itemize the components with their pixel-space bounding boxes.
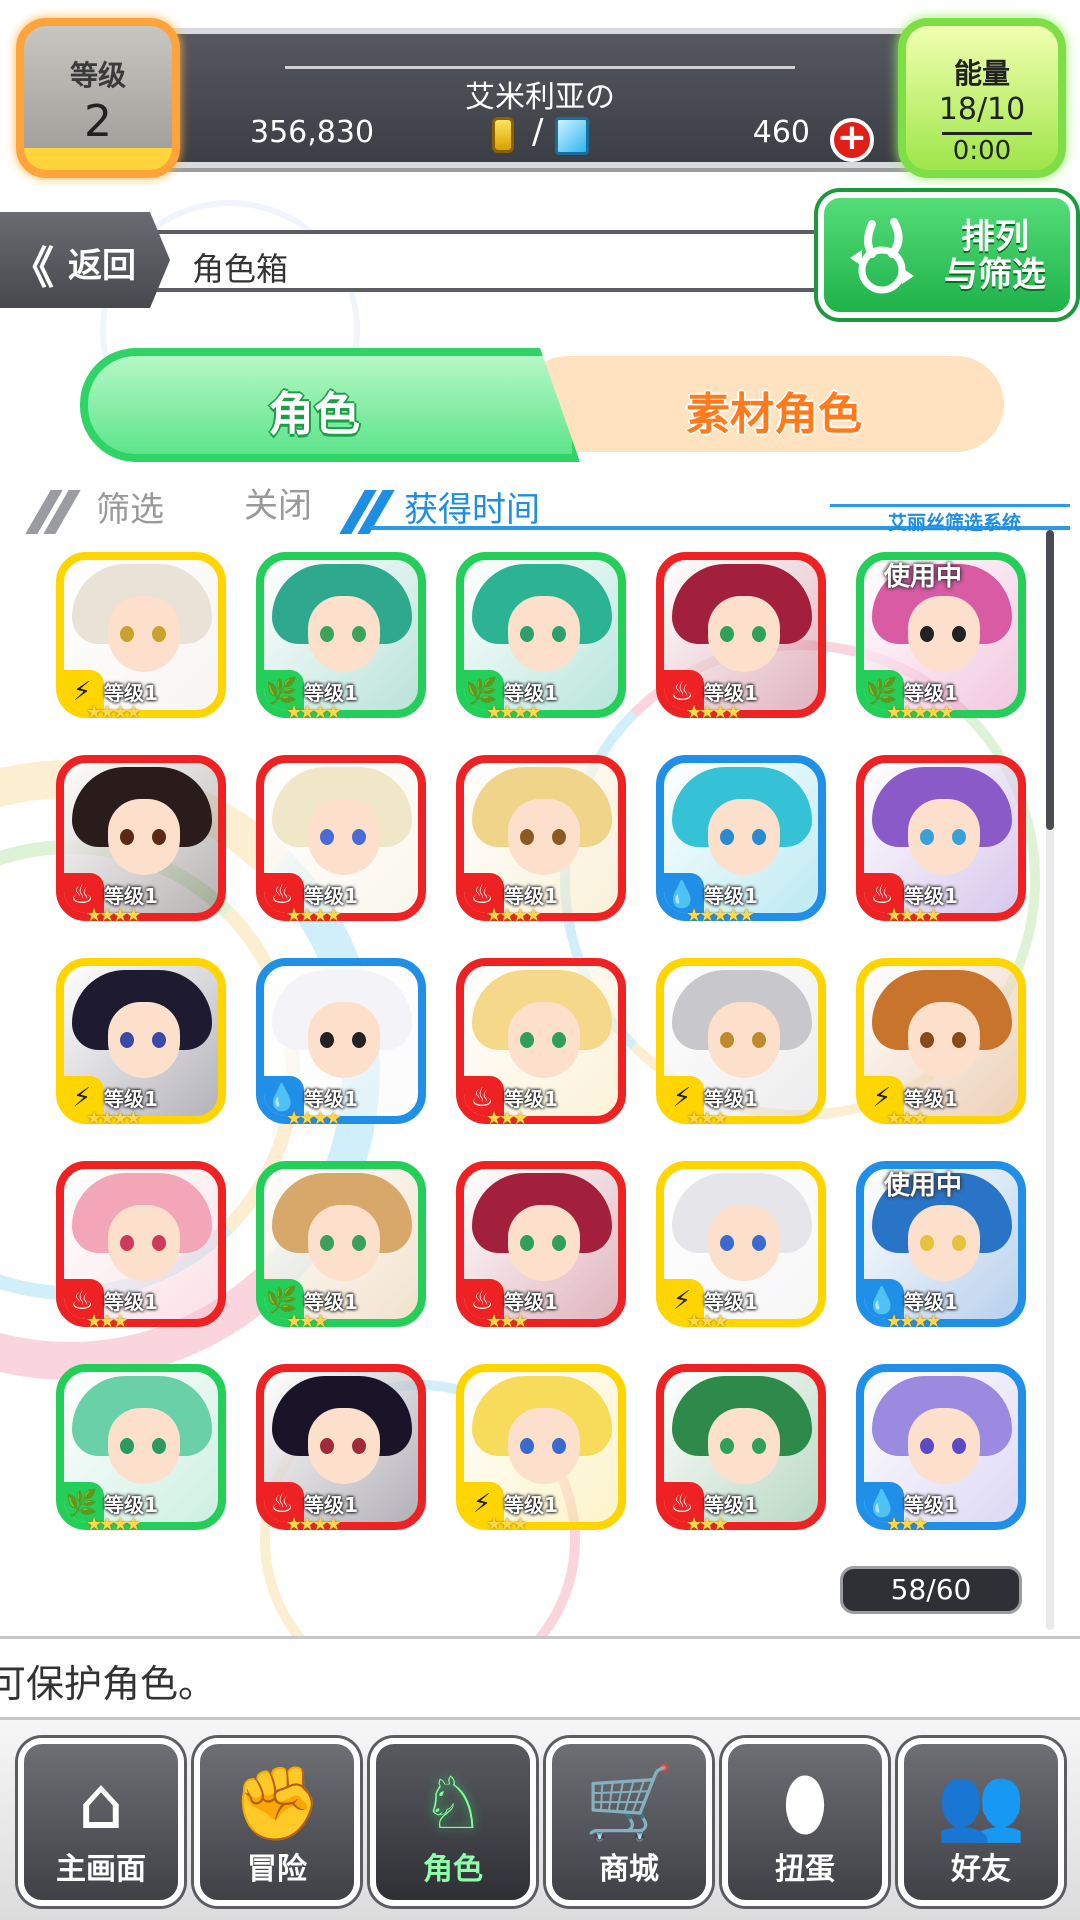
energy-badge[interactable]: 能量 18/10 0:00 (898, 18, 1066, 178)
character-card[interactable]: 🌿 等级1 使用中 (856, 552, 1026, 718)
level-value: 2 (84, 96, 112, 147)
in-use-badge: 使用中 (884, 562, 963, 592)
character-card[interactable]: ⚡ 等级1 (456, 1364, 626, 1530)
bunny-icon: ♘ (420, 1761, 486, 1845)
gem-amount: 460 (752, 115, 810, 150)
nav-friends-button[interactable]: 👥 好友 (898, 1738, 1064, 1906)
nav-label: 冒险 (247, 1852, 307, 1887)
cart-icon: 🛒 (584, 1761, 674, 1845)
sort-key-label[interactable]: 获得时间 (404, 482, 540, 531)
tab-characters[interactable]: 角色 (80, 348, 580, 462)
inventory-counter: 58/60 (840, 1566, 1022, 1614)
rarity-stars: ★★★ (686, 1514, 728, 1535)
message-text: 可保护角色。 (0, 1662, 217, 1706)
filter-label[interactable]: 筛选 (96, 482, 164, 531)
nav-handshake-button[interactable]: ✊ 冒险 (194, 1738, 360, 1906)
rarity-stars: ★★★ (486, 1514, 528, 1535)
character-grid: ⚡ 等级1 ★★★★ 🌿 等级1 ★★★★ 🌿 等级1 ★★★★ ♨ 等级1 ★★★★ 🌿 等级1 使用中 ★… (56, 552, 1026, 1552)
character-card[interactable]: 💧 等级1 (656, 755, 826, 921)
name-divider (285, 66, 795, 69)
back-label: 返回 (68, 246, 136, 286)
nav-cart-button[interactable]: 🛒 商城 (546, 1738, 712, 1906)
character-card[interactable]: ♨ 等级1 (656, 552, 826, 718)
home-icon: ⌂ (78, 1761, 124, 1845)
nav-label: 角色 (423, 1852, 483, 1887)
character-card[interactable]: ⚡ 等级1 (56, 958, 226, 1124)
system-overline (830, 504, 1070, 507)
gold-amount: 356,830 (250, 115, 375, 150)
energy-value: 18/10 (938, 92, 1026, 127)
scrollbar-thumb[interactable] (1046, 530, 1054, 830)
level-label: 等级 (69, 59, 126, 92)
character-card[interactable]: ⚡ 等级1 (56, 552, 226, 718)
buy-gems-plus-icon[interactable]: + (830, 118, 874, 162)
nav-bunny-button[interactable]: ♘ 角色 (370, 1738, 536, 1906)
character-card[interactable]: 🌿 等级1 (256, 1161, 426, 1327)
character-card[interactable]: ♨ 等级1 (56, 755, 226, 921)
character-card[interactable]: ♨ 等级1 (256, 755, 426, 921)
rarity-stars: ★★★★ (86, 1514, 142, 1535)
filter-state[interactable]: 关闭 (244, 478, 312, 527)
egg-icon: ⬮ (782, 1761, 828, 1845)
friends-icon: 👥 (936, 1761, 1026, 1845)
handshake-icon: ✊ (232, 1761, 322, 1845)
filter-system-label: 艾丽丝筛选系统 (888, 512, 1022, 534)
nav-label: 扭蛋 (775, 1852, 835, 1887)
status-header: 艾米利亚の 356,830 / 460 + 等级 2 能量 18/10 0:00 (0, 0, 1080, 190)
character-card[interactable]: ♨ 等级1 (456, 1161, 626, 1327)
nav-label: 好友 (951, 1852, 1011, 1887)
back-arrow-icon: 《 (10, 243, 54, 294)
tab-material-characters[interactable]: 素材角色 (520, 356, 1004, 452)
message-bar: 可保护角色。 (0, 1636, 1080, 1720)
character-card[interactable]: ♨ 等级1 (56, 1161, 226, 1327)
page-title-bar: 角色箱 (150, 230, 870, 292)
nav-home-button[interactable]: ⌂ 主画面 (18, 1738, 184, 1906)
page-title: 角色箱 (192, 250, 289, 288)
character-card[interactable]: ♨ 等级1 (456, 958, 626, 1124)
character-card[interactable]: ♨ 等级1 (456, 755, 626, 921)
gold-coin-icon (492, 117, 514, 153)
energy-divider (942, 132, 1032, 135)
energy-label: 能量 (953, 57, 1010, 90)
rarity-stars: ★★★★ (286, 1514, 342, 1535)
sort-label-line2: 与筛选 (944, 255, 1046, 295)
gem-icon (555, 117, 589, 155)
player-level-badge[interactable]: 等级 2 (16, 18, 180, 178)
nav-egg-button[interactable]: ⬮ 扭蛋 (722, 1738, 888, 1906)
rarity-stars: ★★★ (886, 1514, 928, 1535)
character-card[interactable]: 🌿 等级1 (256, 552, 426, 718)
currency-separator: / (532, 112, 544, 152)
character-card[interactable]: 💧 等级1 (256, 958, 426, 1124)
character-card[interactable]: 🌿 等级1 (456, 552, 626, 718)
energy-timer: 0:00 (952, 136, 1012, 166)
nav-label: 商城 (599, 1852, 659, 1887)
sort-filter-button[interactable]: 排列 与筛选 (818, 192, 1076, 318)
bunny-sort-icon (850, 218, 914, 294)
level-exp-bar (24, 148, 172, 170)
back-button[interactable]: 《 返回 (0, 212, 170, 308)
character-card[interactable]: ♨ 等级1 (256, 1364, 426, 1530)
player-name: 艾米利亚の (465, 80, 615, 115)
character-card[interactable]: 🌿 等级1 (56, 1364, 226, 1530)
tab-characters-label: 角色 (268, 387, 360, 441)
bottom-nav: ⌂ 主画面 ✊ 冒险 ♘ 角色 🛒 商城 ⬮ 扭蛋 👥 好友 (0, 1720, 1080, 1920)
nav-label: 主画面 (56, 1852, 146, 1887)
filter-row: 筛选 关闭 获得时间 艾丽丝筛选系统 (25, 478, 1070, 538)
sort-label-line1: 排列 (961, 217, 1029, 257)
tab-material-label: 素材角色 (686, 389, 862, 440)
